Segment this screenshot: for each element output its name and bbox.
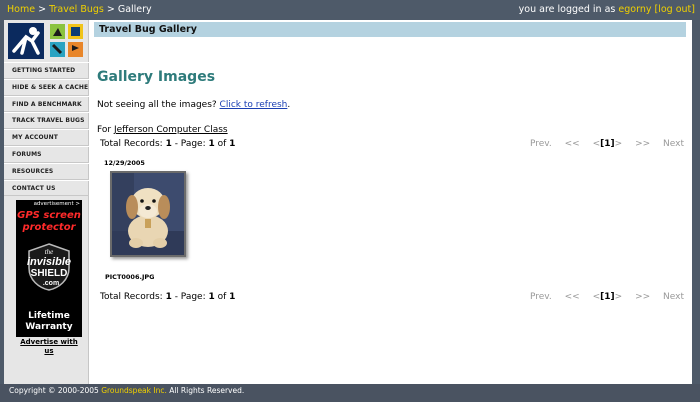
rights-text: All Rights Reserved.: [166, 386, 245, 395]
advertisement-banner[interactable]: advertisement > GPS screen protector the…: [16, 200, 82, 337]
pager-current[interactable]: [1]: [600, 292, 615, 302]
ad-warranty: Lifetime Warranty: [25, 311, 73, 332]
pager-first[interactable]: <<: [565, 292, 580, 302]
for-label: For: [97, 125, 114, 135]
pager-bottom: Prev. << <[1]> >> Next: [520, 292, 684, 302]
footer: Copyright © 2000-2005 Groundspeak Inc. A…: [0, 384, 700, 402]
pager-prev[interactable]: Prev.: [530, 139, 552, 149]
breadcrumb-home[interactable]: Home: [7, 4, 35, 15]
breadcrumb-current: Gallery: [117, 4, 152, 15]
page: Home > Travel Bugs > Gallery you are log…: [0, 0, 700, 402]
breadcrumb: Home > Travel Bugs > Gallery: [7, 0, 152, 20]
image-caption[interactable]: PICT0006.JPG: [105, 273, 154, 281]
image-date: 12/29/2005: [104, 159, 145, 167]
pager-top: Prev. << <[1]> >> Next: [520, 139, 684, 149]
login-text: you are logged in as: [518, 4, 616, 15]
advertise-link[interactable]: Advertise with us: [16, 338, 82, 356]
pager-lt[interactable]: <: [593, 139, 601, 149]
records-summary-top: Total Records: 1 - Page: 1 of 1: [100, 139, 235, 149]
shield-icon: the invisible SHIELD .com: [27, 243, 71, 291]
main-content: Travel Bug Gallery Gallery Images Not se…: [89, 20, 692, 384]
records-label: Total Records:: [100, 292, 166, 302]
pager-lt[interactable]: <: [593, 292, 601, 302]
pager-pages: <[1]>: [593, 139, 623, 149]
records-of: of: [214, 292, 230, 302]
notice-end: .: [287, 100, 291, 110]
records-label: Total Records:: [100, 139, 166, 149]
records-pages: 1: [229, 292, 236, 302]
main-frame: GETTING STARTED HIDE & SEEK A CACHE FIND…: [4, 20, 692, 384]
pager-gt[interactable]: >: [615, 139, 623, 149]
records-summary-bottom: Total Records: 1 - Page: 1 of 1: [100, 292, 235, 302]
sidebar-item-contact-us[interactable]: CONTACT US: [4, 179, 89, 197]
logout-link[interactable]: [log out]: [655, 4, 695, 15]
plush-dog-photo: [112, 173, 184, 255]
ad-headline: GPS screen protector: [17, 210, 81, 233]
records-sep: - Page:: [171, 139, 209, 149]
sidebar-item-my-account[interactable]: MY ACCOUNT: [4, 129, 89, 146]
breadcrumb-separator: >: [103, 4, 118, 15]
gallery-heading: Gallery Images: [97, 69, 216, 85]
sidebar-item-find-benchmark[interactable]: FIND A BENCHMARK: [4, 95, 89, 113]
pager-prev[interactable]: Prev.: [530, 292, 552, 302]
refresh-notice: Not seeing all the images? Click to refr…: [97, 100, 290, 110]
geocaching-logo[interactable]: [8, 23, 86, 59]
pager-gt[interactable]: >: [615, 292, 623, 302]
sidebar: GETTING STARTED HIDE & SEEK A CACHE FIND…: [4, 20, 89, 384]
refresh-link[interactable]: Click to refresh: [220, 100, 288, 110]
ad-logo-shield: SHIELD: [31, 268, 68, 279]
sidebar-item-getting-started[interactable]: GETTING STARTED: [4, 62, 89, 79]
ad-logo-com: .com: [43, 280, 59, 287]
owner-line: For Jefferson Computer Class: [97, 125, 228, 135]
notice-text: Not seeing all the images?: [97, 100, 220, 110]
gallery-thumbnail[interactable]: [110, 171, 186, 257]
top-bar: Home > Travel Bugs > Gallery you are log…: [0, 0, 700, 20]
pager-next[interactable]: Next: [663, 139, 684, 149]
sidebar-item-forums[interactable]: FORUMS: [4, 145, 89, 163]
sidebar-nav: GETTING STARTED HIDE & SEEK A CACHE FIND…: [4, 62, 89, 197]
login-status: you are logged in as egorny [log out]: [519, 0, 695, 20]
pager-pages: <[1]>: [593, 292, 623, 302]
pager-next[interactable]: Next: [663, 292, 684, 302]
sidebar-item-track-travel-bugs[interactable]: TRACK TRAVEL BUGS: [4, 112, 89, 130]
owner-link[interactable]: Jefferson Computer Class: [114, 125, 228, 135]
username-link[interactable]: egorny: [618, 4, 651, 15]
breadcrumb-travel-bugs[interactable]: Travel Bugs: [49, 4, 104, 15]
sidebar-item-resources[interactable]: RESOURCES: [4, 162, 89, 180]
sidebar-item-hide-seek[interactable]: HIDE & SEEK A CACHE: [4, 78, 89, 96]
ad-logo-invisible: invisible: [27, 256, 71, 268]
ad-label: advertisement >: [33, 201, 80, 207]
records-pages: 1: [229, 139, 236, 149]
company-link[interactable]: Groundspeak Inc.: [101, 386, 167, 395]
page-title: Travel Bug Gallery: [94, 22, 686, 37]
breadcrumb-separator: >: [35, 4, 50, 15]
pager-first[interactable]: <<: [565, 139, 580, 149]
pager-last[interactable]: >>: [635, 139, 650, 149]
pager-current[interactable]: [1]: [600, 139, 615, 149]
ad-logo-the: the: [45, 248, 54, 256]
pager-last[interactable]: >>: [635, 292, 650, 302]
copyright-text: Copyright © 2000-2005: [9, 386, 102, 395]
records-of: of: [214, 139, 230, 149]
records-sep: - Page:: [171, 292, 209, 302]
